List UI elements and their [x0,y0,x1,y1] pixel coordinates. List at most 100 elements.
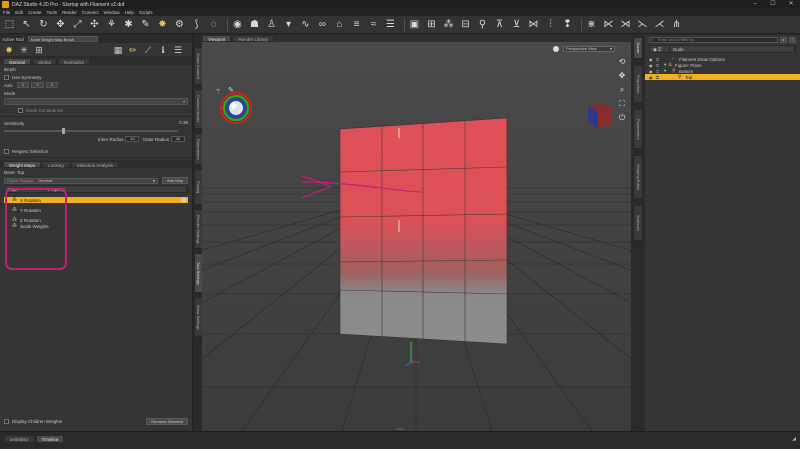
menu-connect[interactable]: Connect [82,10,99,15]
tab-selection-analysis[interactable]: Selection Analysis [70,161,119,168]
display-children-checkbox[interactable] [4,418,9,424]
weight-icon[interactable]: ⊼ [493,18,506,31]
tab-animate2[interactable]: aniMate2 [4,435,35,443]
paint-icon[interactable]: ⟋ [143,45,153,55]
brush-gold-icon[interactable]: ✏ [128,45,138,55]
draw-style-icon[interactable] [553,46,559,52]
lasso-icon[interactable]: ◌ [207,18,220,31]
lines-icon[interactable]: ≡ [350,18,363,31]
remove-selected-button[interactable]: Remove Selected [146,417,188,425]
rig-scale-icon[interactable]: ⋌ [653,18,666,31]
tab-viewport[interactable]: Viewport [202,35,232,42]
rig-y-icon[interactable]: ⋊ [619,18,632,31]
glasses-icon[interactable]: ∞ [316,18,329,31]
hat-icon[interactable]: ▾ [282,18,295,31]
node-weight-icon[interactable]: ⚘ [105,18,118,31]
inner-radius-field[interactable]: 10 [125,136,140,142]
stripes-icon[interactable]: ☰ [384,18,397,31]
tree-node-top[interactable]: ◉ ⚿ ⚲ Top [645,74,800,80]
network-icon[interactable]: ⁂ [442,18,455,31]
menu-create[interactable]: Create [28,10,42,15]
grid-select-icon[interactable]: ⊞ [34,45,44,55]
lock-icon[interactable]: ⚿ [656,69,661,74]
magnet-icon[interactable]: ⟆ [190,18,203,31]
lock-icon[interactable]: ⚿ [656,57,661,62]
menu-file[interactable]: File [3,10,10,15]
toggle-icon[interactable]: ⫶ [544,18,557,31]
info-icon[interactable]: ❢ [561,18,574,31]
rotate-icon[interactable]: ↻ [37,18,50,31]
vtab-parameters-right[interactable]: Parameters [633,109,643,149]
close-button[interactable]: ✕ [782,0,800,9]
col-visibility[interactable]: ◉ ⚿ [650,46,670,52]
smooth-icon[interactable]: ✳ [19,45,29,55]
slider-knob[interactable] [62,128,65,134]
map-type-dropdown[interactable]: Figure Rigging General ▾ [4,177,158,184]
select-icon[interactable]: ⬚ [3,18,16,31]
gradient-icon[interactable]: ▦ [113,45,123,55]
figure-icon[interactable]: ☗ [248,18,261,31]
axis-z-button[interactable]: Z [45,82,59,88]
tab-stroke[interactable]: Stroke [32,58,58,65]
scene-menu-button[interactable]: ≡ [789,37,796,43]
morph-icon[interactable]: ⋈ [527,18,540,31]
tab-render-library[interactable]: Render Library [232,35,275,42]
person-icon[interactable]: ♙ [265,18,278,31]
render-icon[interactable]: ▣ [408,18,421,31]
menu-render[interactable]: Render [62,10,77,15]
eye-icon[interactable]: ◉ [649,69,654,74]
wave-icon[interactable]: ≈ [367,18,380,31]
pin-icon[interactable]: ✎ [228,86,234,94]
shelf-icon[interactable]: ⊟ [459,18,472,31]
lock-icon[interactable]: ⚿ [656,75,661,80]
tab-general[interactable]: General [3,58,32,65]
menu-help[interactable]: Help [125,10,134,15]
mode-dropdown[interactable]: ▾ [4,98,188,105]
grid-icon[interactable]: ⊞ [425,18,438,31]
info-icon[interactable]: ℹ [158,45,168,55]
eye-icon[interactable]: ◉ [649,63,654,68]
rig-icon[interactable]: ⋇ [585,18,598,31]
camera-dropdown[interactable]: Perspective View ▾ [563,46,615,52]
vtab-scene[interactable]: Scene [633,37,643,59]
plane-mesh[interactable] [339,117,508,345]
scene-filter-toggle[interactable]: ▸ [780,37,787,43]
add-map-button[interactable]: Add Map [161,177,188,184]
eye-icon[interactable]: ◉ [649,57,654,62]
mode-constrained-checkbox[interactable] [18,107,23,113]
maximize-button[interactable]: ☐ [764,0,782,9]
translate-icon[interactable]: ✥ [54,18,67,31]
col-node[interactable]: Node [670,46,795,52]
universal-icon[interactable]: ✣ [88,18,101,31]
eye-icon[interactable]: ◉ [649,75,654,80]
vtab-properties[interactable]: Properties [633,65,643,103]
use-symmetry-checkbox[interactable] [4,74,9,80]
scale-icon[interactable]: ⤢ [71,18,84,31]
respect-selection-checkbox[interactable] [4,148,9,154]
orbit-icon[interactable]: ⟲ [617,57,627,67]
menu-icon[interactable]: ☰ [173,45,183,55]
joint-editor-icon[interactable]: ✱ [122,18,135,31]
tab-normalize[interactable]: Normalize [58,58,91,65]
transfer-icon[interactable]: ⊻ [510,18,523,31]
tab-timeline[interactable]: Timeline [35,435,65,443]
menu-edit[interactable]: Edit [15,10,23,15]
rig-z-icon[interactable]: ⋋ [636,18,649,31]
pan-icon[interactable]: ✥ [617,71,627,81]
zoom-icon[interactable]: ⌕ [617,85,627,95]
rig-mirror-icon[interactable]: ⋔ [670,18,683,31]
hair-icon[interactable]: ∿ [299,18,312,31]
viewport-scene[interactable]: ⚚ ✎ [202,42,631,431]
outer-radius-field[interactable]: 40 [171,136,185,142]
rig-x-icon[interactable]: ⋉ [602,18,615,31]
sensitivity-slider[interactable]: 0.36 [4,120,188,135]
map-item-button[interactable] [181,198,186,202]
vtab-shaping-editor[interactable]: Shaping Editor [633,155,643,199]
minimize-button[interactable]: – [746,0,764,9]
axis-x-button[interactable]: X [16,82,30,88]
tab-locking[interactable]: Locking [42,161,70,168]
prop-icon[interactable]: ⌂ [333,18,346,31]
scene-filter-input[interactable]: ⌕ Enter text to filter by... [649,37,778,43]
resize-grip-icon[interactable]: ◢ [792,436,796,442]
tab-weight-maps[interactable]: Weight Maps [3,161,42,168]
